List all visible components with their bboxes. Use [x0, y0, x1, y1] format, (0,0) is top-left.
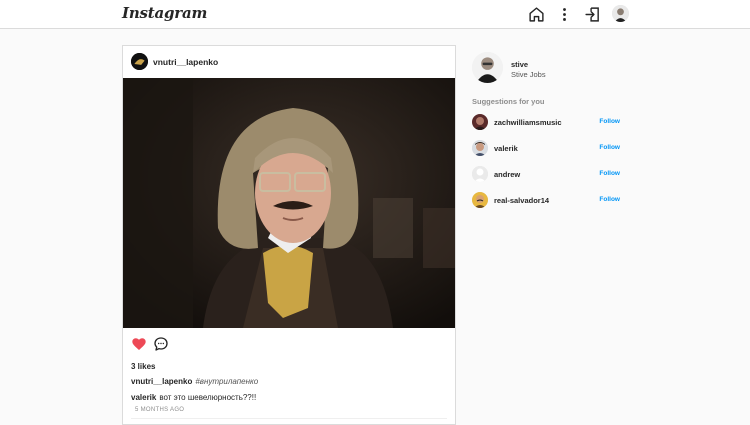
- suggestion-avatar[interactable]: [472, 192, 488, 208]
- logout-icon[interactable]: [584, 6, 601, 23]
- comment-bubble-icon[interactable]: [153, 336, 169, 352]
- follow-button[interactable]: Follow: [599, 144, 620, 151]
- post-author-avatar[interactable]: [131, 53, 148, 70]
- follow-button[interactable]: Follow: [599, 170, 620, 177]
- suggestion-avatar[interactable]: [472, 114, 488, 130]
- suggestion-item: zachwilliamsmusic Follow: [472, 114, 622, 132]
- post-author-username[interactable]: vnutri__lapenko: [153, 57, 218, 67]
- like-heart-icon[interactable]: [131, 336, 147, 352]
- comment-username[interactable]: valerik: [131, 393, 156, 402]
- post-header: vnutri__lapenko: [123, 46, 455, 78]
- feed-post: vnutri__lapenko 3 likes vnutri__lapenko …: [122, 45, 456, 425]
- likes-count[interactable]: 3 likes: [131, 362, 155, 371]
- more-vertical-icon[interactable]: [556, 6, 573, 23]
- post-image[interactable]: [123, 78, 455, 328]
- follow-button[interactable]: Follow: [599, 196, 620, 203]
- instagram-logo[interactable]: Instagram: [122, 4, 207, 22]
- suggestion-item: andrew Follow: [472, 166, 622, 184]
- suggestion-username[interactable]: real-salvador14: [494, 196, 549, 205]
- post-timestamp: 5 MONTHS AGO: [135, 407, 185, 413]
- current-user-username[interactable]: stive: [511, 60, 528, 69]
- post-comment: valerik вот это шевелюрность??!!: [131, 393, 256, 402]
- suggestion-username[interactable]: valerik: [494, 144, 518, 153]
- top-navigation-bar: Instagram: [0, 0, 750, 29]
- suggestion-avatar[interactable]: [472, 140, 488, 156]
- current-user-fullname: Stive Jobs: [511, 70, 546, 79]
- suggestions-title: Suggestions for you: [472, 97, 545, 106]
- caption-username[interactable]: vnutri__lapenko: [131, 377, 192, 386]
- comment-text: вот это шевелюрность??!!: [159, 393, 257, 402]
- post-caption: vnutri__lapenko #внутрилапенко: [131, 377, 258, 386]
- suggestion-username[interactable]: zachwilliamsmusic: [494, 118, 562, 127]
- suggestion-item: real-salvador14 Follow: [472, 192, 622, 210]
- current-user-avatar[interactable]: [472, 52, 503, 83]
- home-icon[interactable]: [528, 6, 545, 23]
- suggestion-avatar[interactable]: [472, 166, 488, 182]
- caption-hashtag[interactable]: #внутрилапенко: [195, 377, 258, 386]
- follow-button[interactable]: Follow: [599, 118, 620, 125]
- profile-avatar[interactable]: [612, 5, 629, 22]
- suggestion-item: valerik Follow: [472, 140, 622, 158]
- suggestion-username[interactable]: andrew: [494, 170, 520, 179]
- post-divider: [131, 418, 447, 419]
